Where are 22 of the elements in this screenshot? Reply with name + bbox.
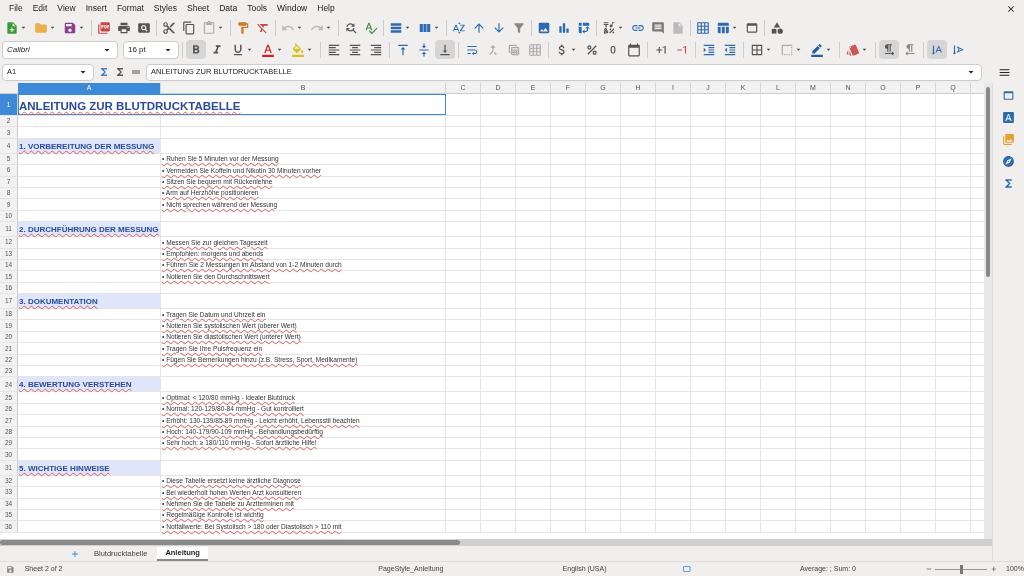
menu-item[interactable]: Format [111, 2, 149, 15]
section-heading: 4. BEWERTUNG VERSTEHEN [19, 379, 132, 392]
section-heading: 5. WICHTIGE HINWEISE [19, 462, 110, 475]
font-name-field[interactable]: Calibri [2, 40, 118, 59]
menu-item[interactable]: Edit [27, 2, 53, 15]
menu-item[interactable]: Tools [242, 2, 272, 15]
menu-item[interactable]: Insert [80, 2, 112, 15]
section-heading: 1. VORBEREITUNG DER MESSUNG [19, 140, 155, 153]
menu-item[interactable]: Data [214, 2, 243, 15]
menu-item[interactable]: Sheet [182, 2, 215, 15]
table-cell[interactable]: ANLEITUNG ZUR BLUTDRUCKTABELLE [18, 94, 446, 115]
font-size-field[interactable]: 16 pt [123, 40, 179, 59]
table-cell[interactable]: 2. DURCHFÜHRUNG DER MESSUNG [18, 222, 161, 237]
sheet-title: ANLEITUNG ZUR BLUTDRUCKTABELLE [19, 98, 241, 114]
table-cell[interactable]: 3. DOKUMENTATION [18, 294, 161, 309]
section-heading: 3. DOKUMENTATION [19, 296, 98, 309]
menu-item[interactable]: File [4, 2, 28, 15]
menu-item[interactable]: Help [312, 2, 340, 15]
table-cell[interactable]: 4. BEWERTUNG VERSTEHEN [18, 377, 161, 392]
menu-item[interactable]: Window [272, 2, 313, 15]
menu-item[interactable]: View [52, 2, 81, 15]
menu-item[interactable]: Styles [148, 2, 182, 15]
